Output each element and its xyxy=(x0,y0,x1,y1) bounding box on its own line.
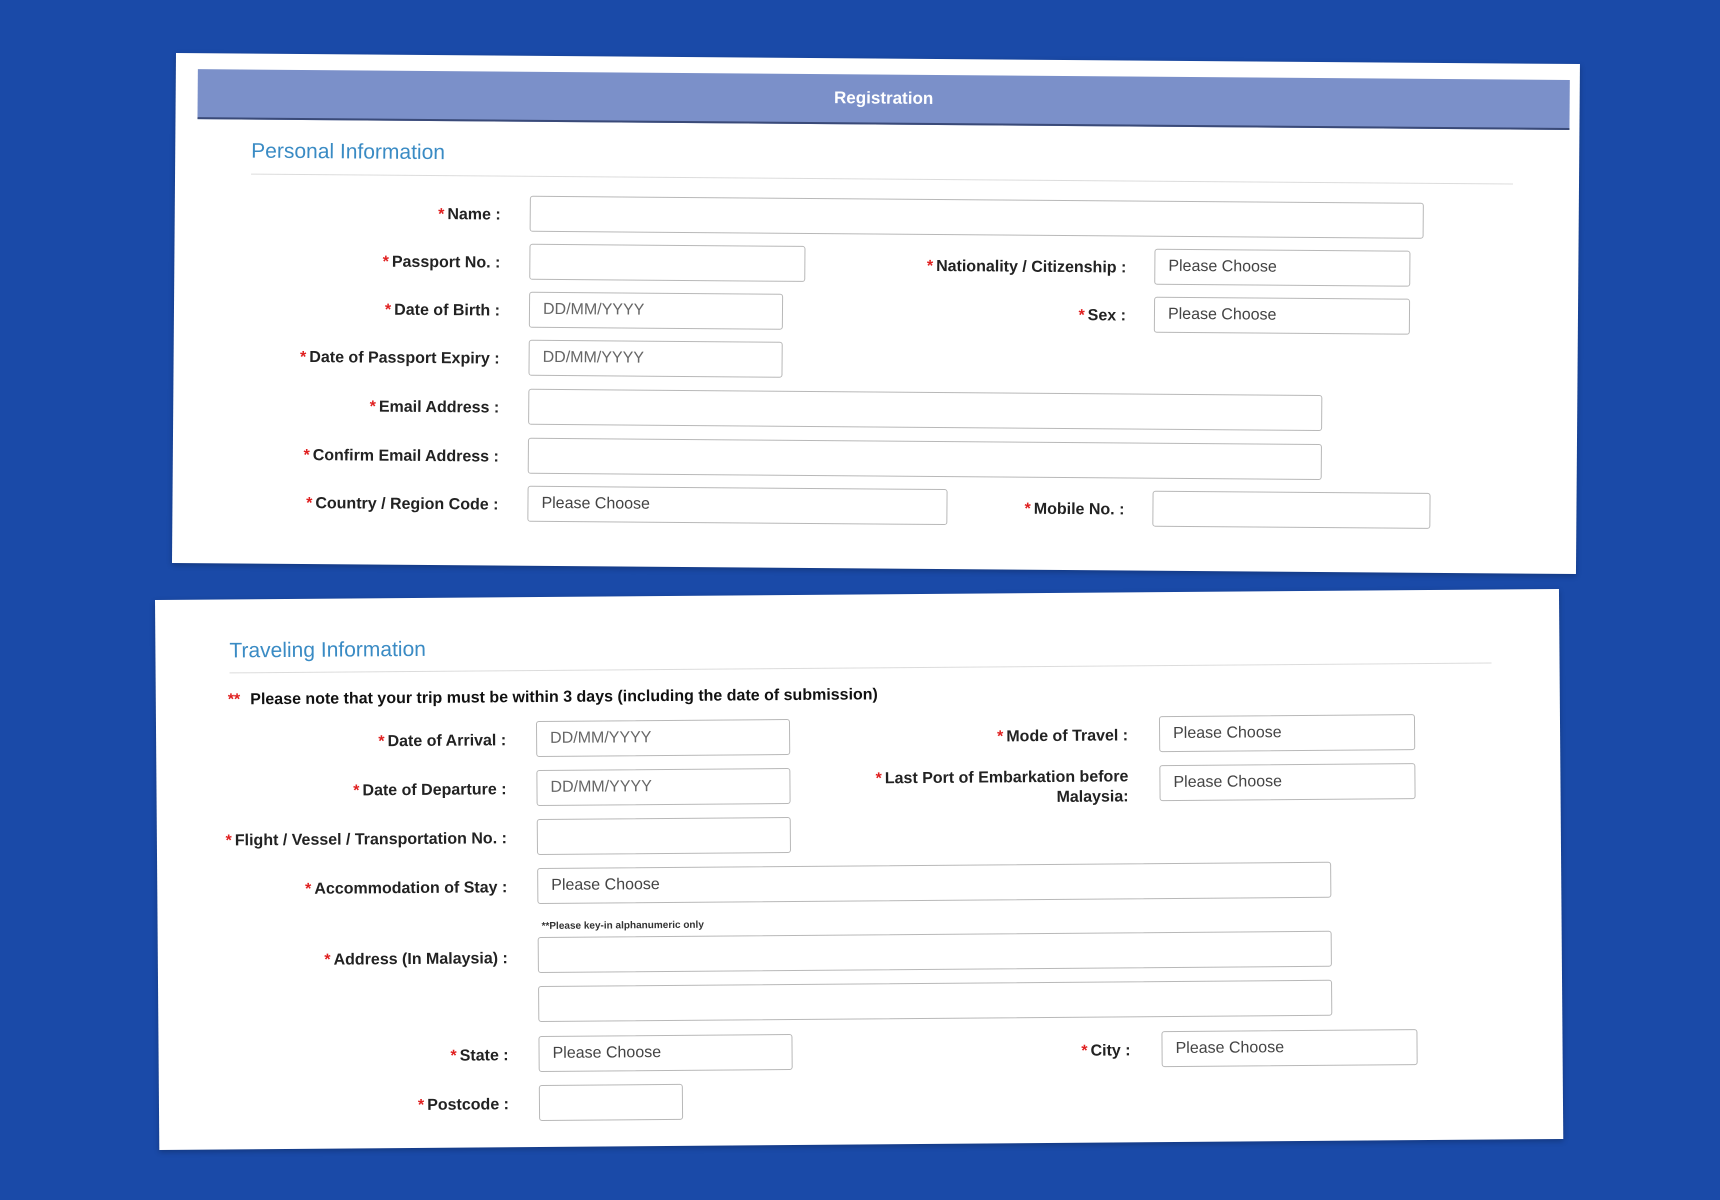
traveling-information-title: Traveling Information xyxy=(229,637,426,663)
city-select[interactable]: Please Choose xyxy=(1161,1029,1418,1068)
passport-expiry-input[interactable] xyxy=(528,339,783,378)
arrival-input[interactable] xyxy=(535,719,791,758)
departure-label: * Date of Departure : xyxy=(353,781,507,800)
mode-of-travel-select[interactable]: Please Choose xyxy=(1158,714,1416,753)
accommodation-label: * Accommodation of Stay : xyxy=(305,879,508,898)
mobile-input[interactable] xyxy=(1152,490,1431,529)
passport-no-input[interactable] xyxy=(529,243,806,282)
mode-of-travel-label: * Mode of Travel : xyxy=(997,727,1129,746)
address-hint: **Please key-in alphanumeric only xyxy=(541,919,704,932)
last-port-label: * Last Port of Embarkation before Malaysi… xyxy=(875,768,1129,806)
date-of-birth-label: * Date of Birth : xyxy=(384,301,501,320)
departure-input[interactable] xyxy=(536,768,791,807)
date-of-birth-input[interactable] xyxy=(528,291,784,330)
passport-no-label: * Passport No. : xyxy=(382,253,501,272)
confirm-email-input[interactable] xyxy=(527,437,1322,481)
flight-no-input[interactable] xyxy=(536,817,792,856)
postcode-label: * Postcode : xyxy=(417,1096,510,1114)
personal-information-title: Personal Information xyxy=(251,139,446,165)
nationality-label: * Nationality / Citizenship : xyxy=(926,257,1127,277)
city-label: * City : xyxy=(1081,1042,1131,1060)
email-label: * Email Address : xyxy=(369,398,500,417)
last-port-select-value: Please Choose xyxy=(1173,773,1283,792)
city-select-value: Please Choose xyxy=(1175,1039,1285,1057)
state-label: * State : xyxy=(450,1047,509,1065)
mobile-label: * Mobile No. : xyxy=(1024,500,1125,519)
postcode-input[interactable] xyxy=(538,1083,684,1121)
state-select[interactable]: Please Choose xyxy=(538,1034,793,1073)
name-input[interactable] xyxy=(529,195,1424,239)
nationality-select-value: Please Choose xyxy=(1168,257,1277,276)
registration-card: Registration Personal Information * Name … xyxy=(171,53,1580,575)
arrival-label: * Date of Arrival : xyxy=(378,732,507,751)
traveling-divider xyxy=(229,662,1492,674)
country-code-select-value: Please Choose xyxy=(541,494,651,513)
country-code-label: * Country / Region Code : xyxy=(306,495,499,514)
state-select-value: Please Choose xyxy=(552,1044,662,1062)
name-label: * Name : xyxy=(438,206,501,224)
passport-expiry-label: * Date of Passport Expiry : xyxy=(300,348,500,368)
confirm-email-label: * Confirm Email Address : xyxy=(303,447,499,466)
sex-label: * Sex : xyxy=(1078,307,1127,325)
trip-note: ** Please note that your trip must be wit… xyxy=(227,686,878,709)
traveling-card: Traveling Information ** Please note that… xyxy=(155,588,1564,1150)
registration-header: Registration xyxy=(197,69,1570,130)
address-label: * Address (In Malaysia) : xyxy=(324,950,508,969)
address-line1-input[interactable] xyxy=(537,930,1332,974)
nationality-select[interactable]: Please Choose xyxy=(1154,248,1411,287)
accommodation-select-value: Please Choose xyxy=(551,876,660,894)
email-input[interactable] xyxy=(528,388,1323,432)
registration-title: Registration xyxy=(834,88,934,108)
personal-divider xyxy=(251,173,1514,185)
sex-select[interactable]: Please Choose xyxy=(1153,296,1411,335)
sex-select-value: Please Choose xyxy=(1167,305,1277,324)
mode-of-travel-select-value: Please Choose xyxy=(1173,724,1282,743)
country-code-select[interactable]: Please Choose xyxy=(527,485,948,526)
accommodation-select[interactable]: Please Choose xyxy=(537,861,1332,905)
address-line2-input[interactable] xyxy=(538,979,1333,1023)
flight-no-label: * Flight / Vessel / Transportation No. : xyxy=(225,830,507,850)
last-port-select[interactable]: Please Choose xyxy=(1159,763,1416,802)
